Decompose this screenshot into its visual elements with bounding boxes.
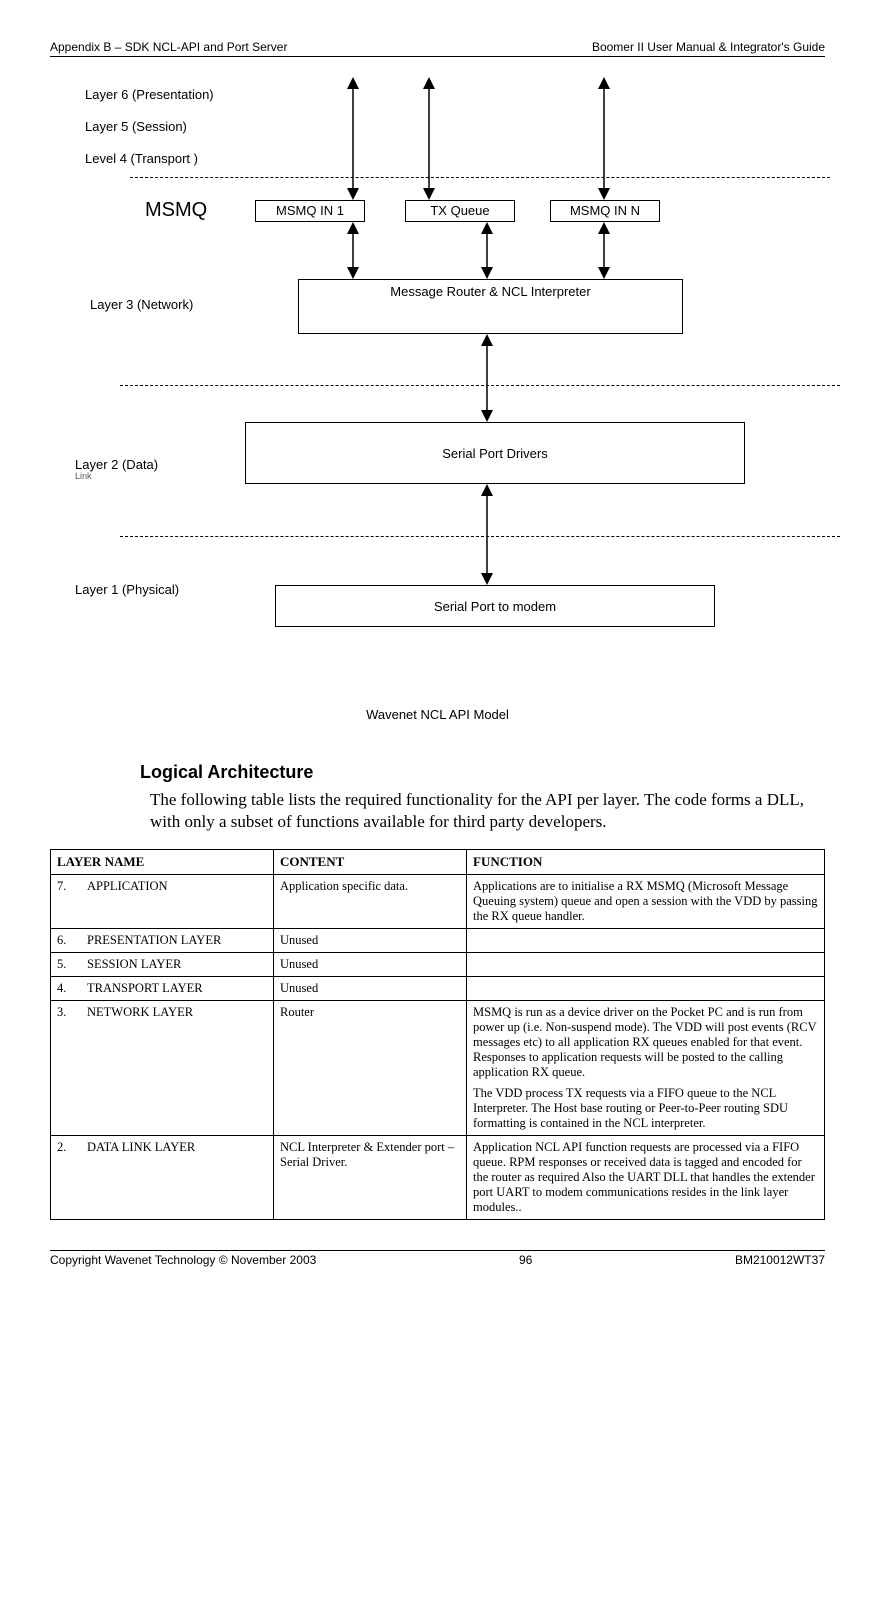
row-num: 3. <box>51 1001 82 1136</box>
table-row: 2.DATA LINK LAYERNCL Interpreter & Exten… <box>51 1136 825 1220</box>
architecture-diagram: Layer 6 (Presentation) Layer 5 (Session)… <box>50 87 825 677</box>
label-msmq: MSMQ <box>145 199 207 222</box>
table-row: 6.PRESENTATION LAYERUnused <box>51 929 825 953</box>
box-msmq-in-n: MSMQ IN N <box>550 200 660 222</box>
diagram-caption: Wavenet NCL API Model <box>50 707 825 722</box>
row-content: Router <box>274 1001 467 1136</box>
row-num: 5. <box>51 953 82 977</box>
row-num: 7. <box>51 875 82 929</box>
table-row: 3.NETWORK LAYERRouterMSMQ is run as a de… <box>51 1001 825 1136</box>
row-name: SESSION LAYER <box>81 953 274 977</box>
arrow-router-drivers <box>480 334 494 422</box>
label-layer2-b: Link <box>75 471 92 481</box>
row-function <box>467 977 825 1001</box>
box-tx-queue: TX Queue <box>405 200 515 222</box>
row-content: Unused <box>274 929 467 953</box>
footer-right: BM210012WT37 <box>735 1253 825 1267</box>
header-right: Boomer II User Manual & Integrator's Gui… <box>592 40 825 54</box>
row-function: Applications are to initialise a RX MSMQ… <box>467 875 825 929</box>
footer-left: Copyright Wavenet Technology © November … <box>50 1253 316 1267</box>
label-layer2-a: Layer 2 (Data) <box>75 457 158 472</box>
footer-center: 96 <box>519 1253 532 1267</box>
table-row: 4.TRANSPORT LAYERUnused <box>51 977 825 1001</box>
page-header: Appendix B – SDK NCL-API and Port Server… <box>50 40 825 57</box>
row-function: MSMQ is run as a device driver on the Po… <box>467 1001 825 1136</box>
page-footer: Copyright Wavenet Technology © November … <box>50 1250 825 1267</box>
arrow-up-1 <box>346 77 360 200</box>
arrow-up-2 <box>422 77 436 200</box>
th-function: FUNCTION <box>467 850 825 875</box>
divider-1 <box>130 177 830 178</box>
row-name: TRANSPORT LAYER <box>81 977 274 1001</box>
box-msmq-in-1: MSMQ IN 1 <box>255 200 365 222</box>
row-content: Unused <box>274 953 467 977</box>
label-level4: Level 4 (Transport ) <box>85 151 198 166</box>
arrow-m2 <box>480 222 494 279</box>
section-heading: Logical Architecture <box>140 762 825 783</box>
row-num: 6. <box>51 929 82 953</box>
header-left: Appendix B – SDK NCL-API and Port Server <box>50 40 287 54</box>
arrow-m1 <box>346 222 360 279</box>
label-layer6: Layer 6 (Presentation) <box>85 87 214 102</box>
label-layer1: Layer 1 (Physical) <box>75 582 179 597</box>
row-name: APPLICATION <box>81 875 274 929</box>
box-message-router: Message Router & NCL Interpreter <box>298 279 683 334</box>
box-serial-port: Serial Port to modem <box>275 585 715 627</box>
row-content: NCL Interpreter & Extender port – Serial… <box>274 1136 467 1220</box>
arrow-up-3 <box>597 77 611 200</box>
label-layer3: Layer 3 (Network) <box>90 297 193 312</box>
row-function <box>467 929 825 953</box>
row-function <box>467 953 825 977</box>
row-name: NETWORK LAYER <box>81 1001 274 1136</box>
label-layer5: Layer 5 (Session) <box>85 119 187 134</box>
th-content: CONTENT <box>274 850 467 875</box>
box-serial-drivers: Serial Port Drivers <box>245 422 745 484</box>
row-content: Unused <box>274 977 467 1001</box>
th-layer: LAYER NAME <box>51 850 274 875</box>
table-row: 7.APPLICATIONApplication specific data.A… <box>51 875 825 929</box>
arrow-drivers-port <box>480 484 494 585</box>
row-name: PRESENTATION LAYER <box>81 929 274 953</box>
row-num: 2. <box>51 1136 82 1220</box>
row-content: Application specific data. <box>274 875 467 929</box>
arrow-m3 <box>597 222 611 279</box>
intro-paragraph: The following table lists the required f… <box>150 789 805 833</box>
row-num: 4. <box>51 977 82 1001</box>
row-function: Application NCL API function requests ar… <box>467 1136 825 1220</box>
layers-table: LAYER NAME CONTENT FUNCTION 7.APPLICATIO… <box>50 849 825 1220</box>
row-name: DATA LINK LAYER <box>81 1136 274 1220</box>
table-row: 5.SESSION LAYERUnused <box>51 953 825 977</box>
